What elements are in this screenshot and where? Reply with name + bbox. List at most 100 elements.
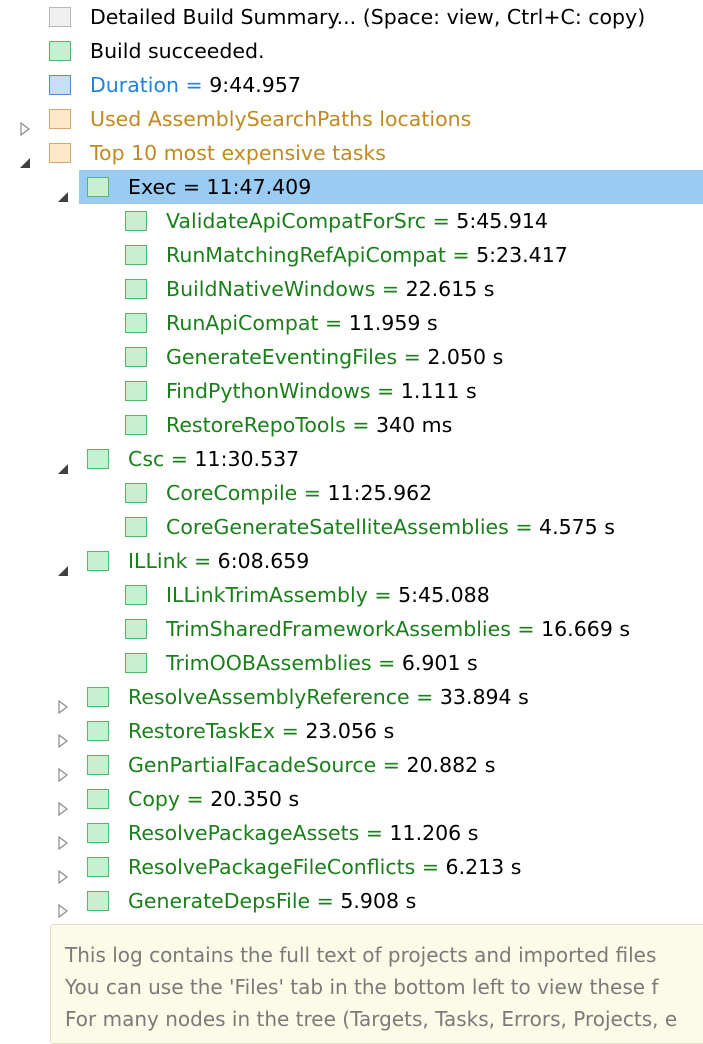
tree-node-name: CoreCompile = xyxy=(166,481,328,505)
tree-node-copy[interactable]: Copy = 20.350 s xyxy=(0,782,703,817)
tree-node-name: ILLink = xyxy=(128,549,218,573)
tree-node-find-python[interactable]: FindPythonWindows = 1.111 s xyxy=(0,374,703,408)
tree-node-name: CoreGenerateSatelliteAssemblies = xyxy=(166,515,540,539)
tree-node-restore-task[interactable]: RestoreTaskEx = 23.056 s xyxy=(0,714,703,749)
tree-node-name: Duration = xyxy=(90,73,210,97)
tree-node-name: RestoreTaskEx = xyxy=(128,719,306,743)
green-status-square-icon xyxy=(49,41,71,61)
tree-node-value: 5.908 s xyxy=(340,889,417,913)
tree-node-name: GenPartialFacadeSource = xyxy=(128,753,407,777)
expanded-triangle-icon[interactable] xyxy=(56,180,70,202)
tree-node-name: TrimSharedFrameworkAssemblies = xyxy=(166,617,542,641)
tree-node-search-paths[interactable]: Used AssemblySearchPaths locations xyxy=(0,102,703,137)
tree-node-label: Csc = 11:30.537 xyxy=(128,442,299,476)
green-status-square-icon xyxy=(125,381,147,401)
green-status-square-icon xyxy=(87,449,109,469)
tree-node-value: 6.213 s xyxy=(445,855,522,879)
green-status-square-icon xyxy=(87,177,109,197)
green-status-square-icon xyxy=(125,483,147,503)
info-note-line-1: This log contains the full text of proje… xyxy=(65,943,657,967)
tree-node-resolve-asm[interactable]: ResolveAssemblyReference = 33.894 s xyxy=(0,680,703,715)
tree-node-label: RunMatchingRefApiCompat = 5:23.417 xyxy=(166,238,568,272)
tree-node-name: TrimOOBAssemblies = xyxy=(166,651,402,675)
tree-node-succeeded[interactable]: Build succeeded. xyxy=(0,34,703,68)
tree-node-label: ValidateApiCompatForSrc = 5:45.914 xyxy=(166,204,548,238)
tree-node-build-native[interactable]: BuildNativeWindows = 22.615 s xyxy=(0,272,703,306)
tree-node-name: Detailed Build Summary... (Space: view, … xyxy=(90,5,646,29)
tree-node-label: TrimOOBAssemblies = 6.901 s xyxy=(166,646,478,680)
tree-node-value: 11:47.409 xyxy=(206,175,312,199)
green-status-square-icon xyxy=(87,687,109,707)
tree-node-resolve-pkg-assets[interactable]: ResolvePackageAssets = 11.206 s xyxy=(0,816,703,851)
collapsed-triangle-icon[interactable] xyxy=(56,792,70,817)
tree-node-name: GenerateEventingFiles = xyxy=(166,345,428,369)
tree-node-value: 22.615 s xyxy=(405,277,495,301)
collapsed-triangle-icon[interactable] xyxy=(56,826,70,851)
tree-node-core-compile[interactable]: CoreCompile = 11:25.962 xyxy=(0,476,703,510)
tree-node-exec[interactable]: Exec = 11:47.409 xyxy=(0,170,703,204)
tree-node-trim-shared[interactable]: TrimSharedFrameworkAssemblies = 16.669 s xyxy=(0,612,703,646)
tree-node-value: 20.350 s xyxy=(210,787,300,811)
tree-node-name: RunMatchingRefApiCompat = xyxy=(166,243,477,267)
tree-node-run-api[interactable]: RunApiCompat = 11.959 s xyxy=(0,306,703,340)
tree-node-label: ILLinkTrimAssembly = 5:45.088 xyxy=(166,578,490,612)
tree-node-value: 6.901 s xyxy=(401,651,478,675)
tree-node-name: GenerateDepsFile = xyxy=(128,889,341,913)
green-status-square-icon xyxy=(125,279,147,299)
green-status-square-icon xyxy=(87,721,109,741)
tree-node-top-tasks[interactable]: Top 10 most expensive tasks xyxy=(0,136,703,170)
tree-node-gen-partial[interactable]: GenPartialFacadeSource = 20.882 s xyxy=(0,748,703,783)
tree-node-label: RestoreRepoTools = 340 ms xyxy=(166,408,452,442)
green-status-square-icon xyxy=(125,415,147,435)
orange-status-square-icon xyxy=(49,143,71,163)
info-note-line-3: For many nodes in the tree (Targets, Tas… xyxy=(65,1007,678,1031)
collapsed-triangle-icon[interactable] xyxy=(56,758,70,783)
tree-node-name: Exec = xyxy=(128,175,207,199)
tree-node-gen-eventing[interactable]: GenerateEventingFiles = 2.050 s xyxy=(0,340,703,374)
tree-node-gen-deps[interactable]: GenerateDepsFile = 5.908 s xyxy=(0,884,703,919)
tree-node-summary[interactable]: Detailed Build Summary... (Space: view, … xyxy=(0,0,703,34)
green-status-square-icon xyxy=(125,517,147,537)
expanded-triangle-icon[interactable] xyxy=(56,452,70,474)
tree-node-value: 9:44.957 xyxy=(209,73,301,97)
tree-node-label: ResolveAssemblyReference = 33.894 s xyxy=(128,680,529,714)
tree-node-duration[interactable]: Duration = 9:44.957 xyxy=(0,68,703,102)
tree-node-name: ResolveAssemblyReference = xyxy=(128,685,440,709)
tree-node-value: 4.575 s xyxy=(539,515,615,539)
expanded-triangle-icon[interactable] xyxy=(56,554,70,576)
collapsed-triangle-icon[interactable] xyxy=(18,112,32,137)
expanded-triangle-icon[interactable] xyxy=(18,146,32,168)
tree-node-illink-trim[interactable]: ILLinkTrimAssembly = 5:45.088 xyxy=(0,578,703,612)
tree-node-value: 23.056 s xyxy=(305,719,395,743)
tree-node-trim-oob[interactable]: TrimOOBAssemblies = 6.901 s xyxy=(0,646,703,680)
collapsed-triangle-icon[interactable] xyxy=(56,860,70,885)
tree-node-label: Top 10 most expensive tasks xyxy=(90,136,386,170)
tree-node-value: 16.669 s xyxy=(541,617,631,641)
tree-node-label: FindPythonWindows = 1.111 s xyxy=(166,374,477,408)
tree-node-name: Used AssemblySearchPaths locations xyxy=(90,107,472,131)
collapsed-triangle-icon[interactable] xyxy=(56,690,70,715)
tree-node-value: 1.111 s xyxy=(400,379,477,403)
tree-node-core-sat[interactable]: CoreGenerateSatelliteAssemblies = 4.575 … xyxy=(0,510,703,544)
tree-node-name: FindPythonWindows = xyxy=(166,379,401,403)
tree-node-resolve-pkg-conflicts[interactable]: ResolvePackageFileConflicts = 6.213 s xyxy=(0,850,703,885)
tree-node-label: ResolvePackageFileConflicts = 6.213 s xyxy=(128,850,521,884)
tree-node-label: Exec = 11:47.409 xyxy=(128,170,311,204)
green-status-square-icon xyxy=(125,211,147,231)
collapsed-triangle-icon[interactable] xyxy=(56,724,70,749)
green-status-square-icon xyxy=(125,619,147,639)
green-status-square-icon xyxy=(87,789,109,809)
tree-node-value: 11.959 s xyxy=(348,311,438,335)
tree-node-validate-api[interactable]: ValidateApiCompatForSrc = 5:45.914 xyxy=(0,204,703,238)
tree-node-name: ILLinkTrimAssembly = xyxy=(166,583,399,607)
tree-node-run-matching[interactable]: RunMatchingRefApiCompat = 5:23.417 xyxy=(0,238,703,272)
tree-node-label: GenerateDepsFile = 5.908 s xyxy=(128,884,416,918)
tree-node-restore-repo[interactable]: RestoreRepoTools = 340 ms xyxy=(0,408,703,442)
green-status-square-icon xyxy=(87,823,109,843)
collapsed-triangle-icon[interactable] xyxy=(56,894,70,919)
tree-node-value: 20.882 s xyxy=(406,753,496,777)
tree-node-csc[interactable]: Csc = 11:30.537 xyxy=(0,442,703,476)
green-status-square-icon xyxy=(125,585,147,605)
tree-node-name: Top 10 most expensive tasks xyxy=(90,141,386,165)
tree-node-illink[interactable]: ILLink = 6:08.659 xyxy=(0,544,703,578)
